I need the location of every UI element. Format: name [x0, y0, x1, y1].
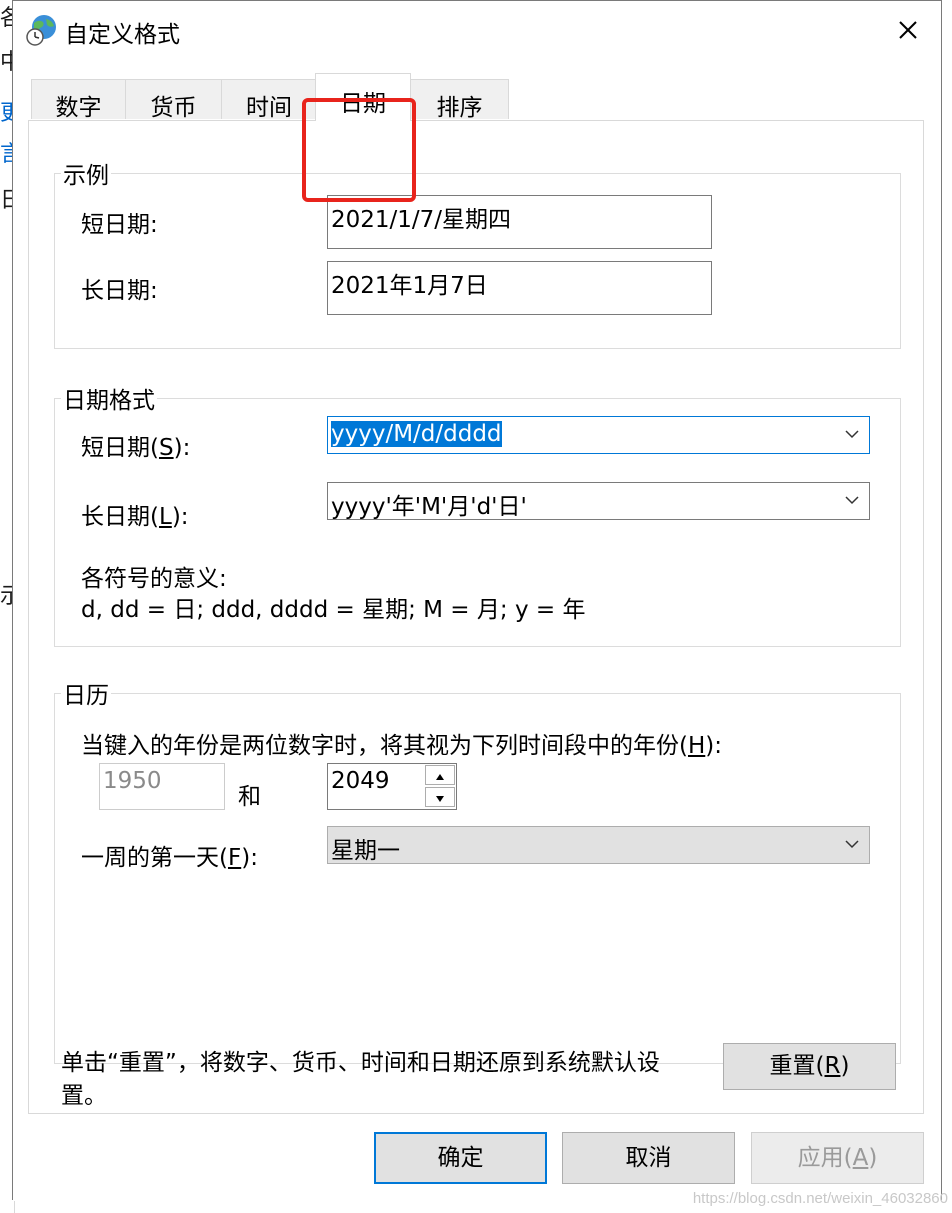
- short-date-example-value: 2021/1/7/星期四: [327, 195, 712, 249]
- cancel-button[interactable]: 取消: [562, 1132, 735, 1184]
- long-date-format-value: yyyy'年'M'月'd'日': [331, 494, 527, 520]
- arrow-down-icon: [436, 796, 444, 802]
- reset-description-line1: 单击“重置”，将数字、货币、时间和日期还原到系统默认设: [61, 1050, 660, 1076]
- long-date-format-combo[interactable]: yyyy'年'M'月'd'日': [327, 482, 870, 520]
- background-link[interactable]: 更: [0, 95, 12, 127]
- example-group: 示例: [54, 156, 901, 349]
- reset-description-line2: 置。: [61, 1083, 107, 1109]
- title-bar: 自定义格式: [13, 1, 941, 59]
- first-day-value: 星期一: [331, 838, 400, 864]
- first-day-label: 一周的第一天(F):: [81, 845, 258, 871]
- chevron-down-icon: [845, 840, 859, 849]
- reset-button[interactable]: 重置(R): [723, 1043, 896, 1090]
- background-text: 示: [0, 584, 12, 609]
- symbol-meaning-text: d, dd = 日; ddd, dddd = 星期; M = 月; y = 年: [81, 597, 586, 623]
- to-year-value: 2049: [331, 768, 390, 794]
- example-legend: 示例: [63, 163, 109, 189]
- spin-down-button[interactable]: [425, 787, 455, 807]
- short-date-example-label: 短日期:: [81, 212, 158, 238]
- long-date-example-label: 长日期:: [81, 278, 158, 304]
- long-date-example-value: 2021年1月7日: [327, 261, 712, 315]
- tab-currency[interactable]: 货币: [125, 79, 222, 121]
- annotation-highlight-box: [302, 98, 416, 202]
- window-title: 自定义格式: [65, 22, 180, 48]
- long-date-format-label: 长日期(L):: [81, 504, 189, 530]
- custom-format-dialog: 自定义格式 数字 货币 时间 日期 排序 示例 短日期: 2021/1/7/星期…: [12, 0, 942, 1201]
- short-date-format-label: 短日期(S):: [81, 435, 191, 461]
- arrow-up-icon: [436, 774, 444, 780]
- chevron-down-icon: [845, 496, 859, 505]
- chevron-down-icon: [845, 430, 859, 439]
- background-text: 日: [0, 188, 12, 213]
- to-year-spinbox[interactable]: 2049: [327, 763, 457, 810]
- close-icon[interactable]: [891, 13, 925, 47]
- first-day-combo[interactable]: 星期一: [327, 826, 870, 864]
- symbol-meaning-title: 各符号的意义:: [81, 566, 227, 592]
- tab-sort[interactable]: 排序: [410, 79, 509, 121]
- two-digit-year-label: 当键入的年份是两位数字时，将其视为下列时间段中的年份(H):: [81, 733, 723, 759]
- spin-up-button[interactable]: [425, 765, 455, 785]
- from-year-field: 1950: [99, 763, 225, 810]
- ok-button[interactable]: 确定: [374, 1132, 547, 1184]
- and-label: 和: [238, 784, 261, 810]
- date-format-legend: 日期格式: [63, 388, 155, 414]
- background-text: 中: [0, 50, 12, 75]
- globe-clock-icon: [26, 15, 56, 46]
- background-text: 各: [0, 6, 12, 31]
- short-date-format-value: yyyy/M/d/dddd: [331, 421, 502, 447]
- watermark: https://blog.csdn.net/weixin_46032860: [692, 1190, 948, 1207]
- date-tab-panel: 示例 短日期: 2021/1/7/星期四 长日期: 2021年1月7日 日期格式…: [28, 120, 924, 1114]
- tabs-area: 数字 货币 时间 日期 排序 示例 短日期: 2021/1/7/星期四 长日期:…: [13, 59, 941, 1201]
- short-date-format-combo[interactable]: yyyy/M/d/dddd: [327, 416, 870, 454]
- background-link[interactable]: 言: [0, 136, 12, 168]
- calendar-legend: 日历: [63, 683, 109, 709]
- tab-number[interactable]: 数字: [31, 79, 126, 121]
- apply-button[interactable]: 应用(A): [751, 1132, 924, 1184]
